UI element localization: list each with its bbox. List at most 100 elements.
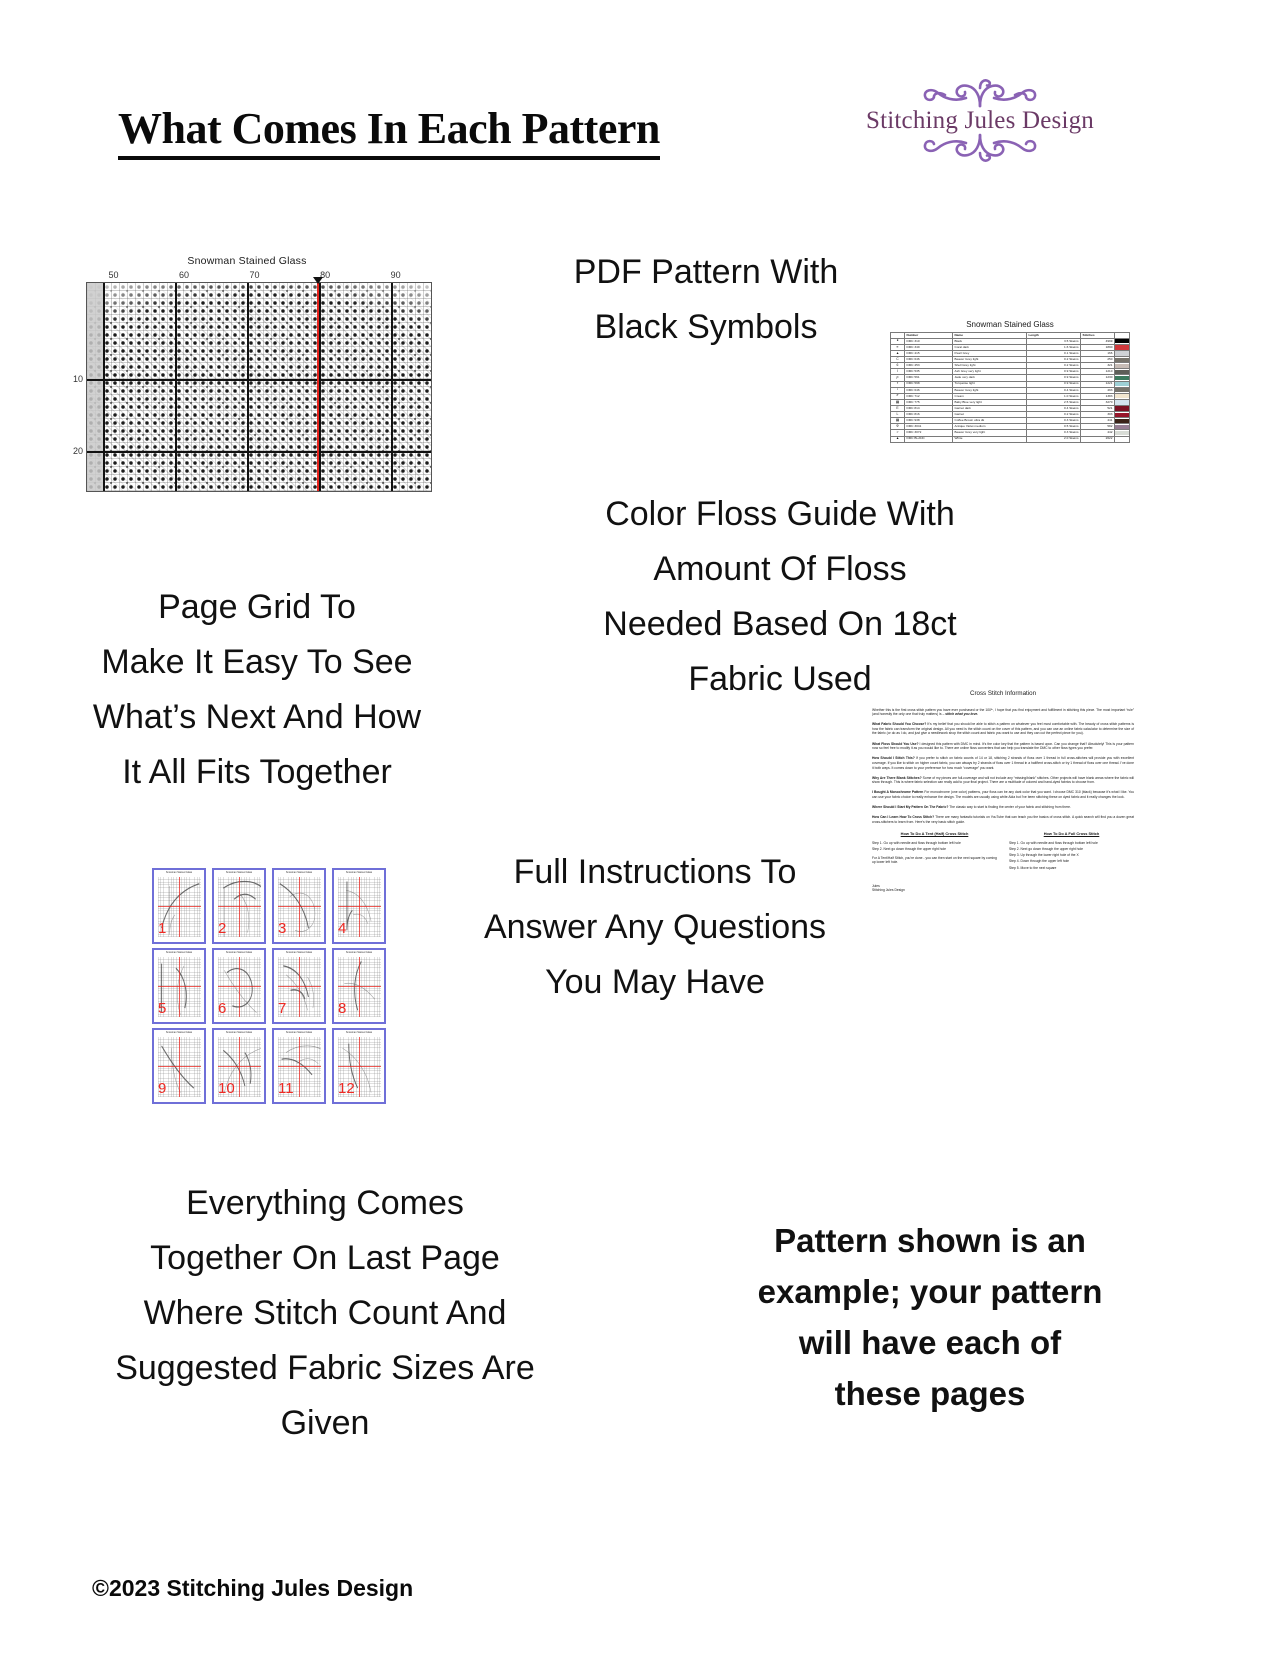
instructions-intro-text: Whether this is the first cross stitch p… <box>872 707 1134 717</box>
full-stitch-step: Step 2. Next go down through the upper r… <box>1009 847 1083 851</box>
page-thumbnail[interactable]: Snowman Stained Glass 2 <box>212 868 266 944</box>
thumbnail-center-line-v <box>179 957 180 1017</box>
thumbnail-center-line-v <box>299 1037 300 1097</box>
thumbnail-title: Snowman Stained Glass <box>285 1030 313 1034</box>
tent-stitch-heading: How To Do A Tent (Half) Cross Stitch <box>900 831 969 837</box>
thumbnail-center-line-v <box>359 1037 360 1097</box>
full-stitch-step: Step 5. Move to the next square <box>1009 865 1057 870</box>
chart-row-labels: 10 20 <box>62 282 86 492</box>
page-thumbnail[interactable]: Snowman Stained Glass 4 <box>332 868 386 944</box>
instructions-section: How Should I Stitch This? If you prefer … <box>872 756 1134 770</box>
brand-logo: Stitching Jules Design <box>855 78 1105 190</box>
flourish-bottom-icon <box>855 133 1105 163</box>
floss-cell-swatch <box>1114 435 1130 443</box>
chart-left-margin-shade <box>87 283 103 491</box>
thumbnail-page-number: 2 <box>218 920 227 937</box>
tent-stitch-step: Step 2. Next go down through the upper r… <box>872 847 946 851</box>
thumbnail-center-line-v <box>299 877 300 937</box>
caption-pdf-pattern: PDF Pattern With Black Symbols <box>573 253 839 347</box>
tent-stitch-note: For A Tent/Half Stitch, you’re done - yo… <box>872 855 997 865</box>
thumbnail-center-line-h <box>218 1066 261 1067</box>
floss-table-body: ● DMC 310 Black 3.5 Skeins 4999 ≡ DMC 349 Coral… <box>890 337 1130 443</box>
thumbnail-center-line-h <box>278 906 321 907</box>
thumbnail-page-number: 4 <box>338 920 347 937</box>
instructions-signature: Jules Stitching Jules Design <box>872 884 1134 893</box>
instructions-section-question: Why Are There Blank Stitches? <box>872 775 922 780</box>
logo-wordmark: Stitching Jules Design <box>865 107 1094 134</box>
floss-cell-name: White <box>952 435 1027 443</box>
thumbnail-page-number: 6 <box>218 1000 227 1017</box>
page-grid-thumbnails: Snowman Stained Glass 1 Snowman Stained Gl… <box>152 868 392 1104</box>
chart-col-label: 90 <box>390 270 401 280</box>
page-thumbnail[interactable]: Snowman Stained Glass 11 <box>272 1028 326 1104</box>
floss-cell-number: DMC BLANC <box>904 435 953 443</box>
page-thumbnail[interactable]: Snowman Stained Glass 5 <box>152 948 206 1024</box>
thumbnail-center-line-h <box>278 986 321 987</box>
full-stitch-column: How To Do A Full Cross Stitch Step 1. Go… <box>1009 831 1134 871</box>
tent-stitch-step: Step 1. Go up with needle and floss thro… <box>872 840 961 845</box>
chart-decade-line <box>319 283 321 491</box>
chart-col-label: 60 <box>179 270 190 280</box>
page-thumbnail[interactable]: Snowman Stained Glass 8 <box>332 948 386 1024</box>
thumbnail-center-line-v <box>179 877 180 937</box>
thumbnail-center-line-h <box>338 986 381 987</box>
thumbnail-page-number: 11 <box>278 1080 294 1097</box>
page-title: What Comes In Each Pattern <box>118 103 660 160</box>
instructions-title: Cross Stitch Information <box>969 690 1037 697</box>
page-thumbnail[interactable]: Snowman Stained Glass 12 <box>332 1028 386 1104</box>
caption-floss-guide: Color Floss Guide With Amount Of Floss N… <box>603 495 957 699</box>
chart-decade-line <box>87 451 431 453</box>
instructions-intro-emphasis: stitch what you love. <box>945 712 979 717</box>
thumbnail-page-number: 1 <box>158 920 167 937</box>
thumbnail-center-line-v <box>239 957 240 1017</box>
thumbnail-center-line-h <box>338 906 381 907</box>
floss-table: Number Name Length Stitches ● DMC 310 Blac… <box>890 332 1130 443</box>
flourish-top-icon <box>855 78 1105 108</box>
chart-row-label: 10 <box>72 374 83 385</box>
floss-cell-symbol: ▲ <box>890 435 905 443</box>
page-thumbnail[interactable]: Snowman Stained Glass 7 <box>272 948 326 1024</box>
instructions-section-question: What Fabric Should You Choose? <box>872 722 927 727</box>
instructions-section-question: How Can I Learn How To Cross Stitch? <box>872 815 935 820</box>
chart-decade-line <box>247 283 249 491</box>
thumbnail-center-line-h <box>158 986 201 987</box>
thumbnail-page-number: 5 <box>158 1000 167 1017</box>
caption-last-page: Everything Comes Together On Last Page W… <box>115 1184 535 1443</box>
page-thumbnail[interactable]: Snowman Stained Glass 1 <box>152 868 206 944</box>
caption-example-note: Pattern shown is an example; your patter… <box>757 1222 1103 1413</box>
page-thumbnail[interactable]: Snowman Stained Glass 10 <box>212 1028 266 1104</box>
floss-guide-figure: Snowman Stained Glass Number Name Length… <box>890 320 1130 485</box>
instructions-intro: Whether this is the first cross stitch p… <box>872 708 1134 717</box>
instructions-section: I Bought A Monochrome Pattern For monoch… <box>872 790 1134 799</box>
signature-brand: Stitching Jules Design <box>872 888 905 893</box>
thumbnail-center-line-v <box>359 957 360 1017</box>
instructions-section-answer: The classic way to start is finding the … <box>948 805 1071 810</box>
page-thumbnail[interactable]: Snowman Stained Glass 6 <box>212 948 266 1024</box>
thumbnail-title: Snowman Stained Glass <box>285 870 313 874</box>
instructions-document: Cross Stitch Information Whether this is… <box>872 690 1134 1102</box>
instructions-section-question: How Should I Stitch This? <box>872 756 915 761</box>
instructions-section: Why Are There Blank Stitches? Some of my… <box>872 776 1134 785</box>
thumbnail-title: Snowman Stained Glass <box>345 950 373 954</box>
thumbnail-page-number: 10 <box>218 1080 235 1097</box>
thumbnail-center-line-h <box>278 1066 321 1067</box>
full-stitch-step: Step 1. Go up with needle and floss thro… <box>1009 840 1098 845</box>
thumbnail-page-number: 3 <box>278 920 287 937</box>
page-thumbnail[interactable]: Snowman Stained Glass 3 <box>272 868 326 944</box>
thumbnail-center-line-v <box>179 1037 180 1097</box>
floss-cell-stitches: 2622 <box>1080 435 1115 443</box>
thumbnail-title: Snowman Stained Glass <box>285 950 313 954</box>
instructions-section: What Fabric Should You Choose? It’s my b… <box>872 722 1134 736</box>
full-stitch-heading: How To Do A Full Cross Stitch <box>1043 831 1100 837</box>
thumbnail-center-line-v <box>239 1037 240 1097</box>
thumbnail-page-number: 12 <box>338 1080 355 1097</box>
instructions-section-question: Where Should I Start My Pattern On The F… <box>872 805 949 810</box>
thumbnail-center-line-h <box>218 906 261 907</box>
chart-decade-line <box>87 379 431 381</box>
floss-table-title: Snowman Stained Glass <box>966 320 1054 329</box>
chart-title: Snowman Stained Glass <box>187 255 307 267</box>
copyright-notice: ©2023 Stitching Jules Design <box>92 1575 414 1601</box>
thumbnail-center-line-v <box>299 957 300 1017</box>
chart-decade-line <box>391 283 393 491</box>
page-thumbnail[interactable]: Snowman Stained Glass 9 <box>152 1028 206 1104</box>
